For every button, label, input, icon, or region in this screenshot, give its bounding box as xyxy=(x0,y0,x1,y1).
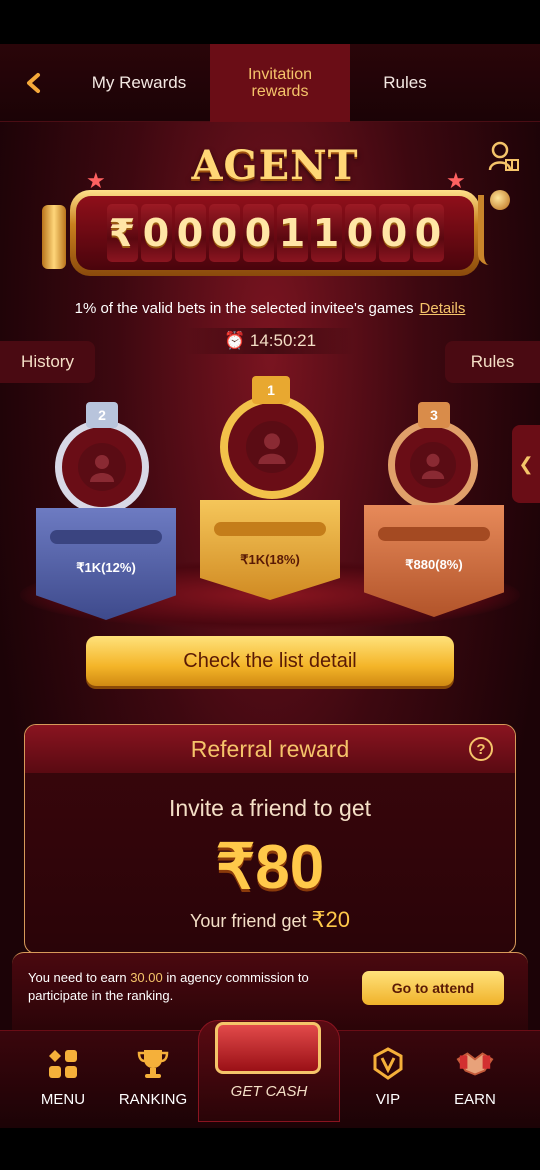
tab-invitation-rewards-label: Invitation rewards xyxy=(247,66,313,100)
jackpot-digit: 0 xyxy=(140,204,172,262)
trophy-icon xyxy=(134,1045,172,1083)
nav-menu-label: MENU xyxy=(40,1091,86,1108)
details-link[interactable]: Details xyxy=(420,300,466,317)
notice-text: You need to earn 30.00 in agency commiss… xyxy=(28,969,348,1005)
countdown-timer: ⏰ 14:50:21 xyxy=(185,328,355,354)
rank-number: 2 xyxy=(98,407,106,423)
gold-medal xyxy=(220,395,324,499)
jackpot-digits: ₹ 0 0 0 0 1 1 0 0 0 xyxy=(76,196,474,270)
chevron-left-icon: ❮ xyxy=(518,453,534,474)
system-nav-area xyxy=(0,1128,540,1170)
user-placeholder-icon xyxy=(258,433,286,464)
invite-user-icon[interactable] xyxy=(488,140,520,176)
notice-text-before: You need to earn xyxy=(28,970,127,985)
side-drawer-toggle[interactable]: ❮ xyxy=(512,425,540,503)
jackpot-description-text: 1% of the valid bets in the selected inv… xyxy=(74,300,414,317)
back-button[interactable] xyxy=(18,66,52,100)
back-arrow-icon xyxy=(27,73,40,93)
referral-subtitle: Invite a friend to get xyxy=(168,795,371,821)
history-button[interactable]: History xyxy=(0,341,95,383)
go-to-attend-button[interactable]: Go to attend xyxy=(362,971,504,1005)
timer-value: 14:50:21 xyxy=(249,331,317,350)
nav-ranking-label: RANKING xyxy=(118,1091,188,1108)
user-placeholder-icon xyxy=(421,453,445,479)
menu-grid-icon xyxy=(44,1045,82,1083)
vip-badge-icon xyxy=(369,1045,407,1083)
jackpot-digit: 0 xyxy=(174,204,206,262)
nav-ranking[interactable]: RANKING xyxy=(108,1045,198,1115)
rank-number: 3 xyxy=(430,407,438,423)
jackpot-digit: 0 xyxy=(208,204,240,262)
referral-header: Referral reward ? xyxy=(25,725,515,773)
notice-amount: 30.00 xyxy=(130,970,163,985)
jackpot-digit: 1 xyxy=(310,204,342,262)
nav-vip-label: VIP xyxy=(375,1091,401,1108)
referral-amount: ₹80 xyxy=(215,833,325,902)
jackpot-counter: ₹ 0 0 0 0 1 1 0 0 0 xyxy=(70,190,480,276)
jackpot-digit: 0 xyxy=(344,204,376,262)
rank-value: ₹1K(12%) xyxy=(76,560,136,575)
app-screen: My Rewards Invitation rewards Rules ★ ★ … xyxy=(0,0,540,1170)
jackpot-digit: 0 xyxy=(412,204,444,262)
treasure-chest-icon xyxy=(215,1022,321,1074)
nav-vip[interactable]: VIP xyxy=(343,1045,433,1115)
friend-reward-text: Your friend get xyxy=(190,911,307,931)
tab-my-rewards[interactable]: My Rewards xyxy=(70,44,208,122)
nav-earn[interactable]: EARN xyxy=(430,1045,520,1115)
top-tabs: My Rewards Invitation rewards Rules xyxy=(0,44,540,122)
jackpot-digit: 0 xyxy=(242,204,274,262)
nav-menu[interactable]: MENU xyxy=(18,1045,108,1115)
nav-get-cash-label: GET CASH xyxy=(230,1083,308,1100)
nav-earn-label: EARN xyxy=(454,1091,496,1108)
referral-reward-card: Referral reward ? Invite a friend to get… xyxy=(24,724,516,954)
friend-reward: Your friend get ₹20 xyxy=(25,907,515,933)
avatar xyxy=(410,442,456,488)
jackpot-lever-ball xyxy=(490,190,510,210)
bronze-medal xyxy=(388,420,478,510)
friend-reward-amount: ₹20 xyxy=(311,907,350,932)
rules-button[interactable]: Rules xyxy=(445,341,540,383)
avatar xyxy=(245,420,299,474)
jackpot-digit: 1 xyxy=(276,204,308,262)
tab-invitation-rewards[interactable]: Invitation rewards xyxy=(210,44,350,122)
rank-value: ₹880(8%) xyxy=(405,557,463,572)
handshake-icon xyxy=(456,1045,494,1083)
tab-rules[interactable]: Rules xyxy=(350,44,460,122)
referral-title: Referral reward xyxy=(190,735,350,762)
check-list-detail-button[interactable]: Check the list detail xyxy=(86,636,454,686)
rank-number: 1 xyxy=(267,382,275,398)
crown-icon: 2 xyxy=(86,402,118,428)
status-bar-area xyxy=(0,0,540,44)
jackpot-currency: ₹ xyxy=(106,204,138,262)
help-icon[interactable]: ? xyxy=(469,737,493,761)
silver-medal xyxy=(55,420,149,514)
user-placeholder-icon xyxy=(90,455,114,482)
alarm-clock-icon: ⏰ xyxy=(223,331,246,350)
rank-value: ₹1K(18%) xyxy=(240,552,300,567)
jackpot-digit: 0 xyxy=(378,204,410,262)
jackpot-description: 1% of the valid bets in the selected inv… xyxy=(0,300,540,317)
avatar xyxy=(78,443,126,491)
crown-icon: 3 xyxy=(418,402,450,428)
jackpot-side-roll xyxy=(42,205,66,269)
crown-icon: 1 xyxy=(252,376,290,404)
